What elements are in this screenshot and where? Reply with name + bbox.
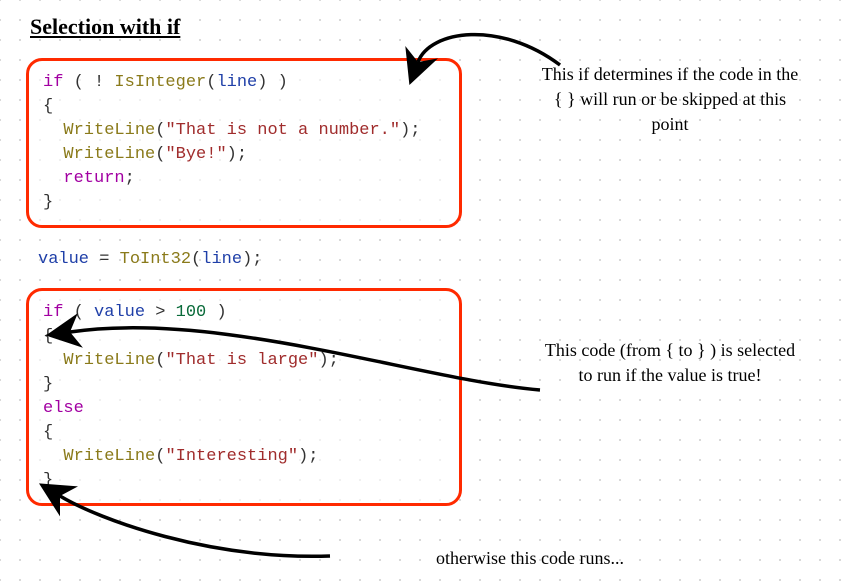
- code-free: value = ToInt32(line);: [38, 248, 262, 272]
- code-token: else: [43, 399, 84, 418]
- code-token: );: [400, 121, 420, 140]
- code-token: ;: [125, 169, 135, 188]
- annotation-2: This code (from { to } ) is selected to …: [540, 338, 800, 388]
- code-block-2-line: }: [43, 373, 445, 397]
- code-token: return: [63, 169, 124, 188]
- code-token: }: [43, 193, 53, 212]
- code-token: ( !: [63, 73, 114, 92]
- code-token: "Bye!": [165, 145, 226, 164]
- code-block-2-line: WriteLine("That is large");: [43, 349, 445, 373]
- code-token: }: [43, 375, 53, 394]
- code-block-2-line: else: [43, 397, 445, 421]
- code-token: (: [206, 73, 216, 92]
- code-token: "Interesting": [165, 447, 298, 466]
- annotation-1: This if determines if the code in the { …: [540, 62, 800, 138]
- code-token: =: [89, 250, 120, 269]
- code-block-2-line: {: [43, 421, 445, 445]
- code-token: (: [155, 351, 165, 370]
- code-token: WriteLine: [63, 447, 155, 466]
- code-token: }: [43, 471, 53, 490]
- code-block-2-line: WriteLine("Interesting");: [43, 445, 445, 469]
- code-block-2-line: {: [43, 325, 445, 349]
- code-token: line: [201, 250, 242, 269]
- code-block-2: if ( value > 100 ){ WriteLine("That is l…: [26, 288, 462, 506]
- code-block-1-line: WriteLine("Bye!");: [43, 143, 445, 167]
- annotation-3: otherwise this code runs...: [330, 546, 730, 571]
- code-token: ToInt32: [120, 250, 191, 269]
- code-token: value: [94, 303, 145, 322]
- code-block-1-line: {: [43, 95, 445, 119]
- code-token: if: [43, 73, 63, 92]
- code-token: );: [242, 250, 262, 269]
- code-token: {: [43, 97, 53, 116]
- code-token: WriteLine: [63, 145, 155, 164]
- code-free-line: value = ToInt32(line);: [38, 248, 262, 272]
- code-token: "That is not a number.": [165, 121, 400, 140]
- code-block-1-line: WriteLine("That is not a number.");: [43, 119, 445, 143]
- code-token: {: [43, 327, 53, 346]
- code-block-1-line: return;: [43, 167, 445, 191]
- code-token: (: [63, 303, 94, 322]
- code-token: );: [298, 447, 318, 466]
- code-token: (: [155, 121, 165, 140]
- code-block-2-line: if ( value > 100 ): [43, 301, 445, 325]
- code-token: ): [206, 303, 226, 322]
- code-token: {: [43, 423, 53, 442]
- code-token: );: [318, 351, 338, 370]
- code-token: WriteLine: [63, 121, 155, 140]
- page-title: Selection with if: [30, 14, 180, 40]
- code-token: if: [43, 303, 63, 322]
- code-token: [43, 351, 63, 370]
- code-token: value: [38, 250, 89, 269]
- code-token: ) ): [257, 73, 288, 92]
- code-token: );: [227, 145, 247, 164]
- code-token: [43, 121, 63, 140]
- code-token: [43, 447, 63, 466]
- code-token: "That is large": [165, 351, 318, 370]
- code-token: >: [145, 303, 176, 322]
- code-token: (: [155, 145, 165, 164]
- code-token: [43, 169, 63, 188]
- code-token: IsInteger: [114, 73, 206, 92]
- code-token: (: [191, 250, 201, 269]
- code-block-1: if ( ! IsInteger(line) ){ WriteLine("Tha…: [26, 58, 462, 228]
- code-block-2-line: }: [43, 469, 445, 493]
- code-token: 100: [176, 303, 207, 322]
- code-token: [43, 145, 63, 164]
- code-token: line: [216, 73, 257, 92]
- code-token: (: [155, 447, 165, 466]
- code-block-1-line: if ( ! IsInteger(line) ): [43, 71, 445, 95]
- code-token: WriteLine: [63, 351, 155, 370]
- code-block-1-line: }: [43, 191, 445, 215]
